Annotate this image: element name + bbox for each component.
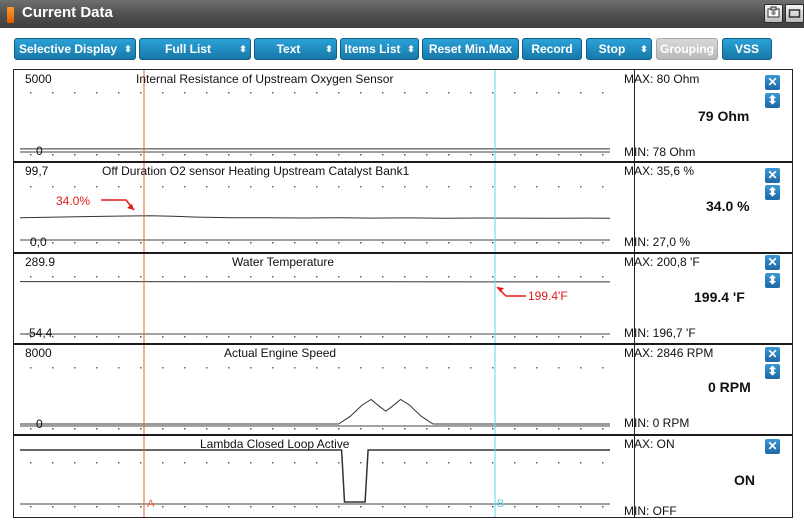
- axis-min-label: 0: [36, 417, 43, 431]
- expand-icon[interactable]: ⬍: [765, 185, 780, 200]
- cursor-b-label: B: [497, 498, 505, 510]
- cursor-a-annotation: 34.0%: [56, 194, 91, 208]
- selective-display-button[interactable]: Selective Display ⬍: [14, 38, 136, 60]
- close-icon[interactable]: ✕: [765, 255, 780, 270]
- close-icon[interactable]: ✕: [765, 347, 780, 362]
- current-value: 0 RPM: [708, 379, 751, 395]
- panel-divider: [14, 434, 792, 436]
- close-icon[interactable]: ✕: [765, 75, 780, 90]
- current-value: 199.4 'F: [694, 289, 745, 305]
- min-value: MIN: 196,7 'F: [624, 326, 696, 340]
- axis-min-label: -54,4: [25, 326, 53, 340]
- panel-title: Water Temperature: [232, 255, 335, 269]
- grouping-button[interactable]: Grouping: [656, 38, 718, 60]
- items-list-button[interactable]: Items List ⬍: [340, 38, 419, 60]
- full-list-button[interactable]: Full List ⬍: [139, 38, 251, 60]
- panel-divider: [14, 161, 792, 163]
- max-value: MAX: ON: [624, 437, 675, 451]
- title-accent-icon: [7, 7, 14, 23]
- cursor-b-annotation: 199.4'F: [528, 289, 568, 303]
- text-button[interactable]: Text ⬍: [254, 38, 337, 60]
- min-value: MIN: 78 Ohm: [624, 145, 696, 159]
- updown-icon: ⬍: [325, 43, 333, 54]
- updown-icon: ⬍: [239, 43, 247, 54]
- panel-title: Off Duration O2 sensor Heating Upstream …: [102, 164, 410, 178]
- panel-water-temperature: 289.9 Water Temperature -54,4 MAX: 200,8…: [14, 252, 792, 343]
- expand-icon[interactable]: ⬍: [765, 273, 780, 288]
- max-value: MAX: 35,6 %: [624, 164, 695, 178]
- expand-icon[interactable]: ⬍: [765, 364, 780, 379]
- axis-min-label: 0: [36, 144, 43, 158]
- panel-title: Internal Resistance of Upstream Oxygen S…: [136, 72, 394, 86]
- updown-icon: ⬍: [124, 43, 132, 54]
- panel-divider: [14, 252, 792, 254]
- axis-max-label: 99,7: [25, 164, 49, 178]
- window-titlebar: Current Data: [0, 0, 804, 28]
- min-value: MIN: OFF: [624, 504, 677, 518]
- current-value: 34.0 %: [706, 198, 750, 214]
- panel-title: Actual Engine Speed: [224, 346, 337, 360]
- current-value: 79 Ohm: [698, 108, 750, 124]
- max-value: MAX: 80 Ohm: [624, 72, 700, 86]
- axis-max-label: 5000: [25, 72, 52, 86]
- panel-divider: [14, 343, 792, 345]
- updown-icon: ⬍: [407, 43, 415, 54]
- cursor-a-label: A: [147, 498, 155, 510]
- window-title: Current Data: [22, 4, 113, 21]
- panel-oxygen-sensor-resistance: 5000 Internal Resistance of Upstream Oxy…: [14, 70, 792, 161]
- max-value: MAX: 200,8 'F: [624, 255, 700, 269]
- toolbar: Selective Display ⬍ Full List ⬍ Text ⬍ Item…: [0, 28, 804, 70]
- graph-frame: 5000 Internal Resistance of Upstream Oxy…: [13, 69, 793, 518]
- capture-icon[interactable]: [764, 4, 783, 23]
- panel-engine-speed: 8000 Actual Engine Speed 0 MAX: 2846 RPM…: [14, 343, 792, 434]
- axis-max-label: 8000: [25, 346, 52, 360]
- min-value: MIN: 0 RPM: [624, 416, 690, 430]
- panel-o2-heating-off-duration: 99,7 Off Duration O2 sensor Heating Upst…: [14, 161, 792, 252]
- axis-min-label: 0,0: [30, 235, 47, 249]
- vss-button[interactable]: VSS: [722, 38, 772, 60]
- close-icon[interactable]: ✕: [765, 439, 780, 454]
- min-value: MIN: 27,0 %: [624, 235, 691, 249]
- updown-icon: ⬍: [640, 43, 648, 54]
- max-value: MAX: 2846 RPM: [624, 346, 714, 360]
- panel-title: Lambda Closed Loop Active: [200, 437, 350, 451]
- panel-lambda-closed-loop: Lambda Closed Loop Active MAX: ON ON MIN…: [14, 434, 792, 518]
- stop-button[interactable]: Stop ⬍: [586, 38, 652, 60]
- expand-icon[interactable]: ⬍: [765, 93, 780, 108]
- axis-max-label: 289.9: [25, 255, 56, 269]
- record-button[interactable]: Record: [522, 38, 582, 60]
- close-icon[interactable]: ✕: [765, 168, 780, 183]
- reset-min-max-button[interactable]: Reset Min.Max: [422, 38, 519, 60]
- restore-icon[interactable]: [785, 4, 804, 23]
- current-value: ON: [734, 472, 755, 488]
